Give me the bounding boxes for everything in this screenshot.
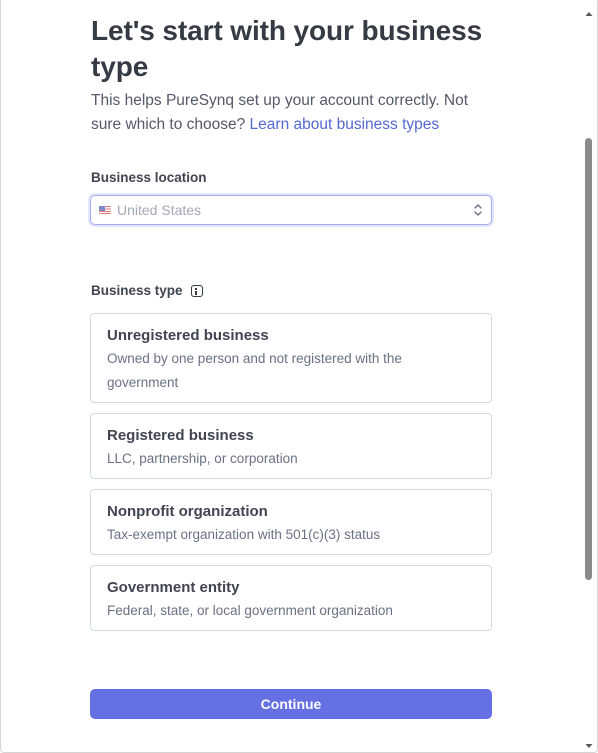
dialog-frame: Let's start with your business type This… — [0, 0, 598, 753]
option-title: Government entity — [107, 579, 240, 596]
business-type-label-text: Business type — [91, 283, 183, 298]
continue-button[interactable]: Continue — [90, 689, 492, 719]
learn-business-types-link[interactable]: Learn about business types — [250, 116, 440, 133]
page-subtitle: This helps PureSynq set up your account … — [91, 89, 491, 137]
option-nonprofit-organization[interactable]: Nonprofit organization Tax-exempt organi… — [90, 489, 492, 555]
info-icon[interactable] — [190, 285, 203, 297]
business-location-value: United States — [117, 202, 202, 218]
option-description: Owned by one person and not registered w… — [107, 351, 402, 390]
business-type-label: Business type — [91, 282, 203, 300]
business-location-select[interactable]: United States — [90, 195, 492, 225]
us-flag-icon — [99, 206, 111, 214]
option-registered-business[interactable]: Registered business LLC, partnership, or… — [90, 413, 492, 479]
chevron-up-down-icon — [473, 203, 483, 217]
option-title: Nonprofit organization — [107, 503, 268, 520]
scroll-up-arrow-icon[interactable] — [585, 5, 593, 16]
option-description: LLC, partnership, or corporation — [107, 451, 298, 466]
option-title: Unregistered business — [107, 327, 269, 344]
vertical-scrollbar[interactable] — [581, 0, 597, 752]
business-location-label: Business location — [91, 170, 207, 185]
option-government-entity[interactable]: Government entity Federal, state, or loc… — [90, 565, 492, 631]
scrollbar-thumb[interactable] — [585, 138, 592, 580]
option-description: Tax-exempt organization with 501(c)(3) s… — [107, 527, 381, 542]
page-title: Let's start with your business type — [91, 15, 483, 82]
option-unregistered-business[interactable]: Unregistered business Owned by one perso… — [90, 313, 492, 403]
option-title: Registered business — [107, 427, 254, 444]
option-description: Federal, state, or local government orga… — [107, 603, 393, 618]
scroll-down-arrow-icon[interactable] — [585, 737, 593, 748]
